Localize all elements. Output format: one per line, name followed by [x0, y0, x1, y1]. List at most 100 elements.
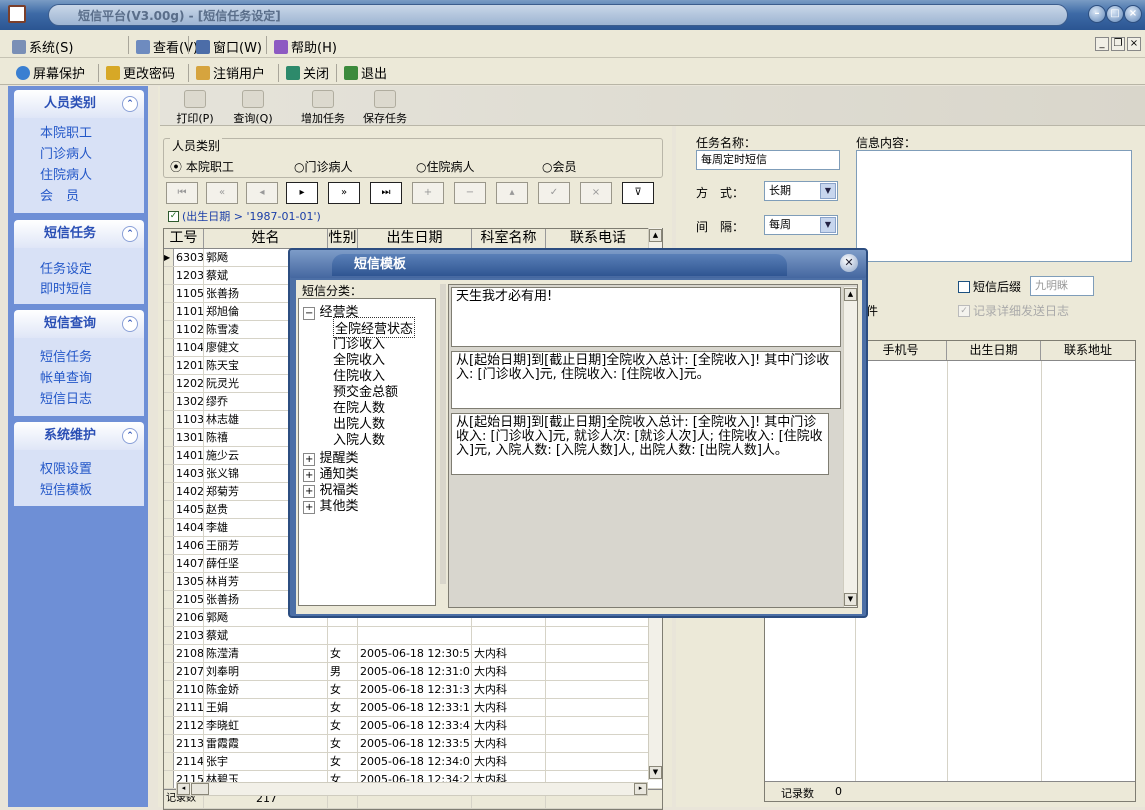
table-cell[interactable]: 1403 — [174, 465, 204, 482]
table-cell[interactable]: 男 — [328, 663, 358, 680]
row-indicator[interactable] — [164, 483, 174, 500]
table-row[interactable]: 2110 陈金娇女 2005-06-18 12:31:3 大内科 — [164, 681, 662, 699]
sidebar-item-instant-sms[interactable]: 即时短信 — [40, 278, 92, 297]
collapse-icon[interactable]: ⌃ — [122, 226, 138, 242]
col-birth[interactable]: 出生日期 — [947, 341, 1041, 360]
nav-next-button[interactable]: ▸ — [286, 182, 318, 204]
mdi-restore-icon[interactable]: ❐ — [1111, 37, 1125, 51]
table-cell[interactable] — [546, 753, 650, 770]
mdi-close-icon[interactable]: × — [1127, 37, 1141, 51]
table-cell[interactable]: 1105 — [174, 285, 204, 302]
splitter[interactable] — [440, 284, 446, 584]
radio-outpatient[interactable]: ○门诊病人 — [294, 158, 353, 175]
table-cell[interactable]: 大内科 — [472, 717, 546, 734]
row-indicator[interactable] — [164, 519, 174, 536]
table-cell[interactable]: 女 — [328, 699, 358, 716]
scroll-up-icon[interactable]: ▲ — [649, 229, 662, 242]
row-indicator[interactable] — [164, 501, 174, 518]
collapse-icon[interactable]: − — [303, 307, 316, 320]
query-button[interactable]: 查询(Q) — [224, 90, 282, 126]
row-indicator[interactable] — [164, 267, 174, 284]
col-id[interactable]: 工号 — [164, 229, 204, 248]
table-cell[interactable]: 女 — [328, 753, 358, 770]
template-item-2[interactable]: 从[起始日期]到[截止日期]全院收入总计: [全院收入]! 其中门诊收入: [门… — [451, 351, 841, 409]
table-cell[interactable]: 大内科 — [472, 753, 546, 770]
table-cell[interactable]: 大内科 — [472, 663, 546, 680]
col-birth[interactable]: 出生日期 — [358, 229, 472, 248]
sidebar-section-query[interactable]: 短信查询 ⌃ — [14, 310, 144, 338]
interval-select[interactable]: 每周 ▼ — [764, 215, 838, 235]
table-cell[interactable]: 大内科 — [472, 645, 546, 662]
chevron-down-icon[interactable]: ▼ — [820, 183, 836, 199]
table-cell[interactable]: 1203 — [174, 267, 204, 284]
table-cell[interactable]: 1301 — [174, 429, 204, 446]
row-indicator[interactable] — [164, 591, 174, 608]
table-row[interactable]: 2107 刘奉明男 2005-06-18 12:31:0 大内科 — [164, 663, 662, 681]
sidebar-item-outpatient[interactable]: 门诊病人 — [40, 143, 92, 162]
table-cell[interactable]: 1201 — [174, 357, 204, 374]
row-indicator[interactable] — [164, 555, 174, 572]
table-cell[interactable] — [472, 627, 546, 644]
sidebar-item-staff[interactable]: 本院职工 — [40, 122, 92, 141]
collapse-icon[interactable]: ⌃ — [122, 428, 138, 444]
table-cell[interactable]: 1103 — [174, 411, 204, 428]
collapse-icon[interactable]: ⌃ — [122, 96, 138, 112]
table-cell[interactable]: 2112 — [174, 717, 204, 734]
nav-next-page-button[interactable]: » — [328, 182, 360, 204]
table-cell[interactable]: 2105 — [174, 591, 204, 608]
table-row[interactable]: 2103 蔡斌 — [164, 627, 662, 645]
table-cell[interactable]: 2005-06-18 12:30:5 — [358, 645, 472, 662]
table-cell[interactable] — [328, 627, 358, 644]
nav-cancel-button[interactable]: × — [580, 182, 612, 204]
table-cell[interactable] — [546, 627, 650, 644]
table-cell[interactable]: 王娟 — [204, 699, 328, 716]
logout-button[interactable]: 注销用户 — [196, 63, 265, 82]
content-textarea[interactable] — [856, 150, 1132, 262]
nav-prev-button[interactable]: ◂ — [246, 182, 278, 204]
chevron-down-icon[interactable]: ▼ — [820, 217, 836, 233]
table-row[interactable]: 2114 张宇女 2005-06-18 12:34:0 大内科 — [164, 753, 662, 771]
col-mobile[interactable]: 手机号 — [855, 341, 947, 360]
nav-post-button[interactable]: ✓ — [538, 182, 570, 204]
sidebar-item-sms-template[interactable]: 短信模板 — [40, 479, 92, 498]
row-indicator[interactable] — [164, 303, 174, 320]
table-cell[interactable]: 陈金娇 — [204, 681, 328, 698]
table-cell[interactable] — [546, 699, 650, 716]
table-cell[interactable]: 2106 — [174, 609, 204, 626]
table-cell[interactable]: 女 — [328, 717, 358, 734]
table-cell[interactable] — [358, 627, 472, 644]
row-indicator[interactable] — [164, 375, 174, 392]
add-task-button[interactable]: 增加任务 — [294, 90, 352, 126]
table-cell[interactable]: 1401 — [174, 447, 204, 464]
table-cell[interactable]: 1302 — [174, 393, 204, 410]
table-cell[interactable]: 大内科 — [472, 699, 546, 716]
sidebar-item-member[interactable]: 会 员 — [40, 185, 79, 204]
table-cell[interactable]: 2005-06-18 12:33:1 — [358, 699, 472, 716]
suffix-checkbox[interactable]: 短信后缀 — [958, 278, 1021, 295]
tree-node[interactable]: 入院人数 — [333, 429, 385, 448]
table-cell[interactable]: 女 — [328, 735, 358, 752]
col-gender[interactable]: 性别 — [328, 229, 358, 248]
col-address[interactable]: 联系地址 — [1041, 341, 1135, 360]
row-indicator[interactable] — [164, 357, 174, 374]
table-cell[interactable]: 刘奉明 — [204, 663, 328, 680]
row-indicator[interactable] — [164, 573, 174, 590]
scroll-down-icon[interactable]: ▼ — [844, 593, 857, 606]
table-cell[interactable]: 大内科 — [472, 681, 546, 698]
row-indicator[interactable] — [164, 735, 174, 752]
table-cell[interactable] — [546, 735, 650, 752]
table-cell[interactable]: 2005-06-18 12:31:3 — [358, 681, 472, 698]
col-name[interactable]: 姓名 — [204, 229, 328, 248]
menu-window[interactable]: 窗口(W) — [196, 37, 262, 56]
row-indicator[interactable] — [164, 321, 174, 338]
table-cell[interactable]: 陈滢清 — [204, 645, 328, 662]
sidebar-section-person[interactable]: 人员类别 ⌃ — [14, 90, 144, 118]
table-cell[interactable] — [546, 663, 650, 680]
template-vscroll[interactable]: ▲ ▼ — [843, 287, 857, 607]
table-cell[interactable]: 1407 — [174, 555, 204, 572]
table-cell[interactable]: 2107 — [174, 663, 204, 680]
nav-prev-page-button[interactable]: « — [206, 182, 238, 204]
table-row[interactable]: 2112 李晓虹女 2005-06-18 12:33:4 大内科 — [164, 717, 662, 735]
table-cell[interactable]: 2111 — [174, 699, 204, 716]
row-indicator[interactable] — [164, 339, 174, 356]
